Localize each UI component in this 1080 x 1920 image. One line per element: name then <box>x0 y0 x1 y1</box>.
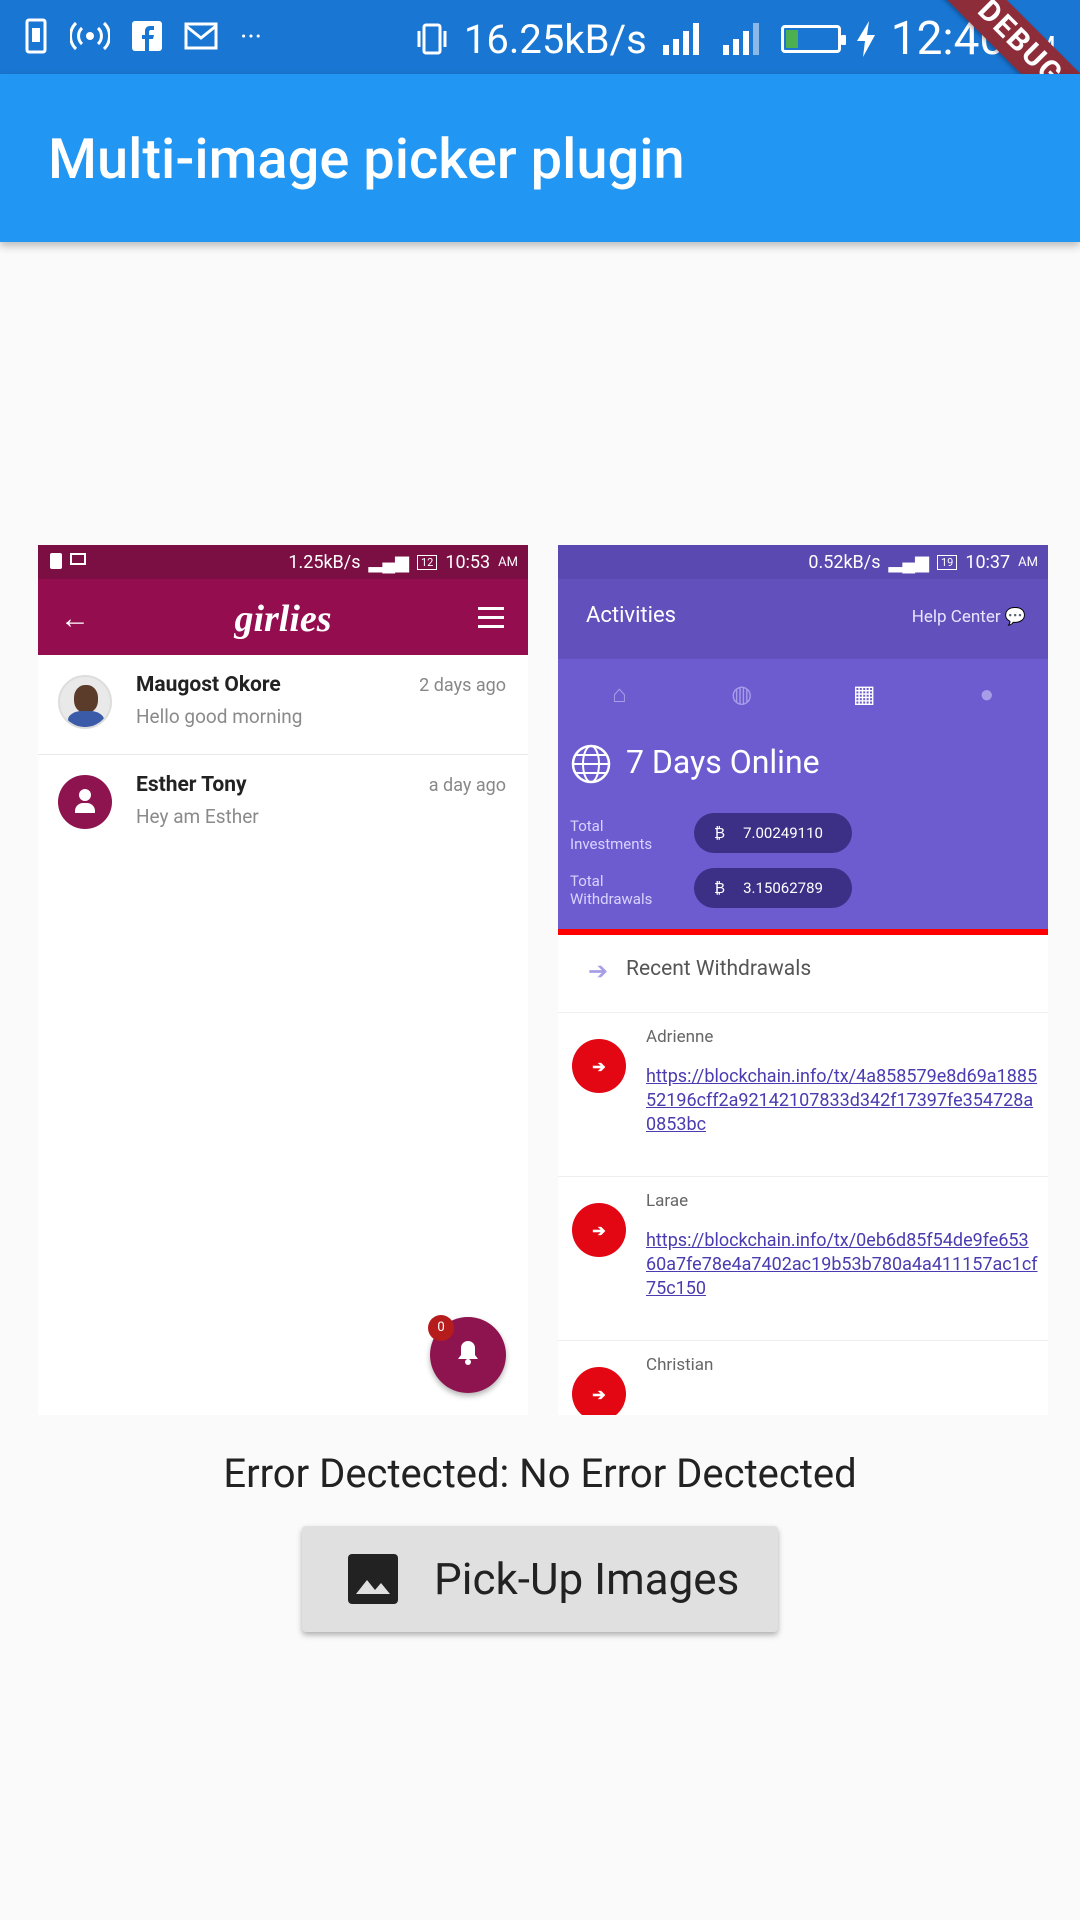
arrow-circle-icon: ➔ <box>572 1039 626 1093</box>
thumb-tabs: ⌂ ◍ ▦ ● <box>558 659 1048 729</box>
thumb-signal-icon: ▂▄▆ <box>888 551 929 573</box>
pick-up-images-label: Pick-Up Images <box>434 1553 740 1605</box>
battery-icon <box>780 25 846 53</box>
signal-icon <box>662 23 699 55</box>
thumb-mail-icon <box>70 553 86 565</box>
investments-pill: ₿ 7.00249110 <box>694 813 852 853</box>
withdrawals-label: Total Withdrawals <box>570 872 653 908</box>
person-icon <box>58 775 112 829</box>
help-center-label: Help Center <box>911 607 1001 627</box>
thumb-app-bar: ← girlies <box>38 579 528 655</box>
status-right: 16.25kB/s 12:40 AM <box>414 12 1056 66</box>
withdrawals-pill: ₿ 3.15062789 <box>694 868 852 908</box>
system-status-bar: ··· 16.25kB/s 12:40 AM <box>0 0 1080 74</box>
calendar-icon: ▦ <box>852 680 876 708</box>
hotspot-icon <box>70 21 110 51</box>
image-icon <box>348 1554 398 1604</box>
arrow-circle-icon: ➔ <box>572 1203 626 1257</box>
bitcoin-icon: ₿ <box>714 824 726 842</box>
thumb-ampm: AM <box>498 554 518 570</box>
app-bar: Multi-image picker plugin <box>0 74 1080 242</box>
chat-bubbles-icon: 💬 <box>1004 607 1026 627</box>
chat-time: a day ago <box>428 775 506 796</box>
section-title: Recent Withdrawals <box>626 957 812 981</box>
chat-name: Maugost Okore <box>136 673 281 697</box>
arrow-right-icon: ➔ <box>588 957 609 985</box>
globe-icon <box>571 744 611 784</box>
globe-tab-icon: ◍ <box>731 680 753 708</box>
thumb-speed: 1.25kB/s <box>288 551 361 573</box>
withdrawal-row: ➔ Larae https://blockchain.info/tx/0eb6d… <box>558 1177 1048 1341</box>
selected-image-1[interactable]: 1.25kB/s ▂▄▆ 12 10:53 AM ← girlies Maugo… <box>38 545 528 1415</box>
thumb-ampm: AM <box>1018 554 1038 570</box>
transaction-link: https://blockchain.info/tx/0eb6d85f54de9… <box>646 1230 1038 1299</box>
withdrawal-name: Larae <box>646 1191 689 1211</box>
investments-value: 7.00249110 <box>743 824 823 842</box>
pick-up-images-button[interactable]: Pick-Up Images <box>302 1526 778 1632</box>
girlies-logo: girlies <box>234 598 332 640</box>
help-center-link: Help Center 💬 <box>912 607 1026 627</box>
thumb-time: 10:53 <box>445 551 491 573</box>
more-notifications-icon: ··· <box>240 19 262 53</box>
vibrate-icon <box>417 23 447 55</box>
withdrawal-row: ➔ Christian <box>558 1341 1048 1415</box>
activities-title: Activities <box>586 603 676 628</box>
selected-image-2[interactable]: 0.52kB/s ▂▄▆ 19 10:37 AM Activities Help… <box>558 545 1048 1415</box>
bitcoin-icon: ₿ <box>714 879 726 897</box>
chat-message: Hello good morning <box>136 705 303 728</box>
withdrawal-name: Christian <box>646 1355 714 1375</box>
gmail-icon <box>184 22 218 50</box>
bell-icon <box>458 1341 478 1365</box>
summary-panel: 7 Days Online Total Investments ₿ 7.00249… <box>558 729 1048 935</box>
chat-message: Hey am Esther <box>136 805 259 828</box>
home-icon: ⌂ <box>612 679 627 708</box>
chat-time: 2 days ago <box>419 675 506 696</box>
page-title: Multi-image picker plugin <box>48 126 685 192</box>
profile-icon: ● <box>979 679 995 708</box>
thumb-speed: 0.52kB/s <box>808 551 881 573</box>
withdrawal-row: ➔ Adrienne https://blockchain.info/tx/4a… <box>558 1013 1048 1177</box>
recent-withdrawals-header: ➔ Recent Withdrawals <box>558 935 1048 1013</box>
usb-icon <box>25 18 47 54</box>
thumb-status-bar: 1.25kB/s ▂▄▆ 12 10:53 AM <box>38 545 528 579</box>
thumb-status-bar: 0.52kB/s ▂▄▆ 19 10:37 AM <box>558 545 1048 579</box>
investments-label: Total Investments <box>570 817 653 853</box>
chat-row: Maugost Okore Hello good morning 2 days … <box>38 655 528 755</box>
thumb-battery: 19 <box>936 554 958 570</box>
thumb-time: 10:37 <box>965 551 1011 573</box>
days-online: 7 Days Online <box>626 743 820 781</box>
menu-icon <box>478 607 504 634</box>
signal-icon-2 <box>722 23 759 55</box>
transaction-link: https://blockchain.info/tx/4a858579e8d69… <box>646 1066 1038 1135</box>
chat-row: Esther Tony Hey am Esther a day ago <box>38 755 528 855</box>
thumb-app-bar: Activities Help Center 💬 <box>558 579 1048 659</box>
withdrawals-value: 3.15062789 <box>743 879 823 897</box>
chat-name: Esther Tony <box>136 773 247 797</box>
notification-icons: ··· <box>24 18 262 54</box>
arrow-circle-icon: ➔ <box>572 1367 626 1415</box>
network-speed: 16.25kB/s <box>463 15 647 63</box>
facebook-icon <box>132 21 162 51</box>
notification-badge: 0 <box>428 1315 454 1341</box>
charging-icon <box>856 21 875 57</box>
thumb-signal-icon: ▂▄▆ <box>368 551 409 573</box>
avatar <box>58 675 112 729</box>
withdrawal-name: Adrienne <box>646 1027 714 1047</box>
thumb-battery: 12 <box>416 554 438 570</box>
error-status-text: Error Dectected: No Error Dectected <box>223 1450 857 1497</box>
thumb-notification-icon <box>50 553 62 569</box>
